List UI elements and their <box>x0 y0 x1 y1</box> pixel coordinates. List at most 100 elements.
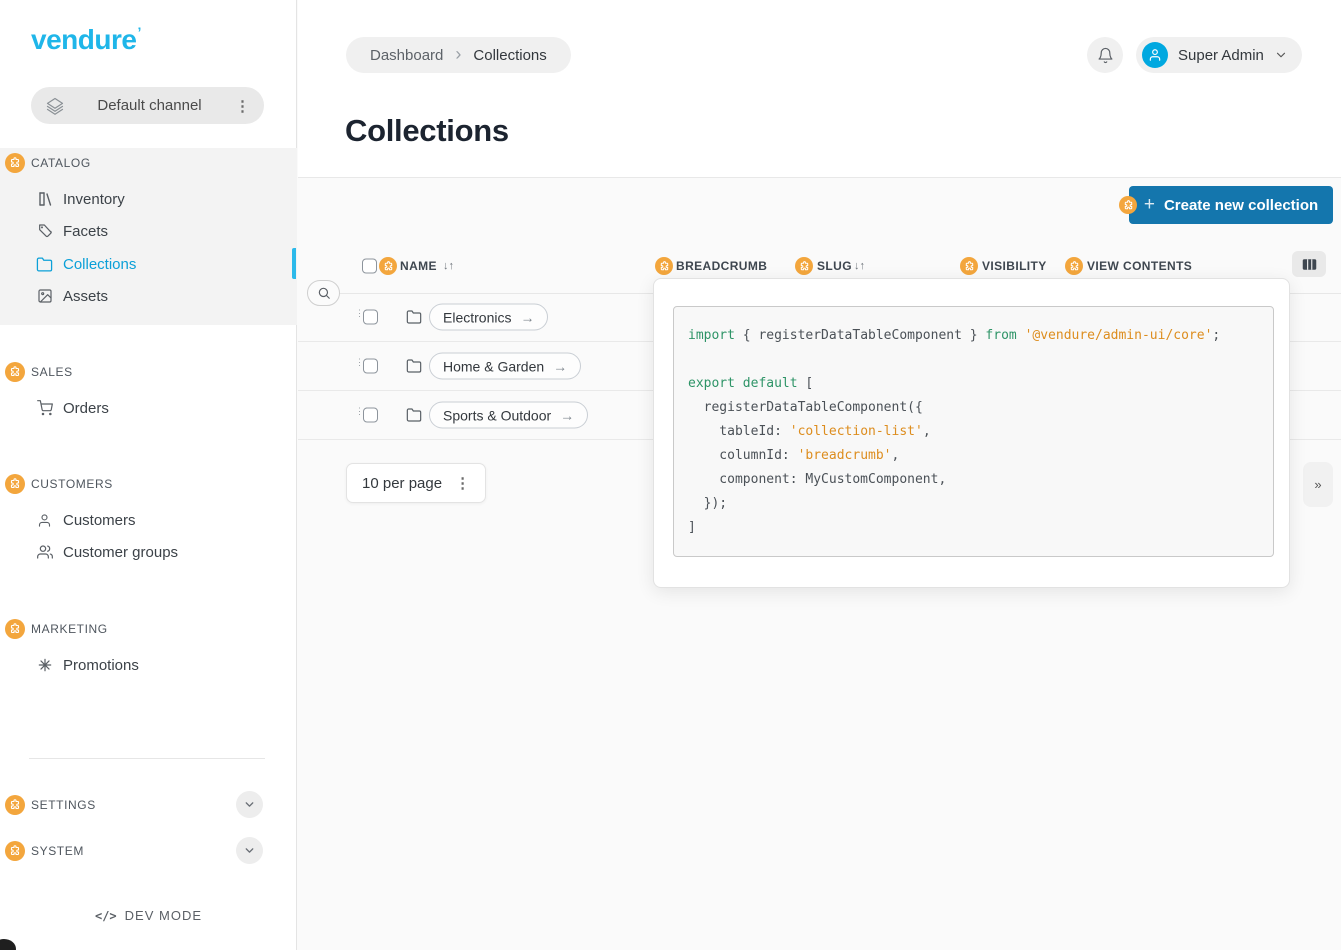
collection-link[interactable]: Electronics → <box>429 304 548 331</box>
extension-badge-icon[interactable] <box>5 795 25 815</box>
nav-group-marketing: MARKETING <box>5 616 108 642</box>
page-header-band <box>298 0 1341 178</box>
collection-link[interactable]: Sports & Outdoor → <box>429 402 588 429</box>
nav-group-label: CUSTOMERS <box>31 477 113 491</box>
table-header-row: NAME ↓↑ BREADCRUMB SLUG ↓↑ VISIBILITY VI… <box>298 252 1341 280</box>
extension-badge-icon[interactable] <box>1065 257 1083 275</box>
code-line: import { registerDataTableComponent } fr… <box>688 324 1259 348</box>
nav-group-label: SYSTEM <box>31 844 84 858</box>
breadcrumb-current[interactable]: Collections <box>473 47 546 64</box>
nav-group-catalog: CATALOG <box>5 150 91 176</box>
extension-badge-icon[interactable] <box>960 257 978 275</box>
drag-handle[interactable]: ⋮⋮ <box>355 359 363 373</box>
sidebar-item-facets[interactable]: Facets <box>36 215 108 247</box>
sidebar-item-label: Customer groups <box>63 544 178 561</box>
notifications-button[interactable] <box>1087 37 1123 73</box>
sidebar-item-customers[interactable]: Customers <box>36 504 136 536</box>
breadcrumb-dashboard-link[interactable]: Dashboard <box>370 47 443 64</box>
extension-badge-icon[interactable] <box>5 474 25 494</box>
asterisk-icon <box>36 658 53 672</box>
sort-icon[interactable]: ↓↑ <box>854 260 865 272</box>
folder-icon <box>36 256 53 273</box>
chevron-right-icon: › <box>455 44 461 65</box>
extension-badge-icon[interactable] <box>5 841 25 861</box>
folder-icon <box>406 407 422 423</box>
sidebar-item-label: Inventory <box>63 191 125 208</box>
code-line: ] <box>688 516 1259 540</box>
sidebar-item-assets[interactable]: Assets <box>36 280 108 312</box>
sort-icon[interactable]: ↓↑ <box>443 260 454 272</box>
search-toggle[interactable] <box>307 280 340 306</box>
sidebar-item-orders[interactable]: Orders <box>36 392 109 424</box>
per-page-label: 10 per page <box>362 475 442 492</box>
extension-badge-icon[interactable] <box>5 153 25 173</box>
page-title: Collections <box>345 113 509 149</box>
user-menu[interactable]: Super Admin <box>1136 37 1302 73</box>
logo-mark: ’ <box>137 24 140 40</box>
sidebar-item-customer-groups[interactable]: Customer groups <box>36 536 178 568</box>
row-checkbox[interactable] <box>363 359 378 374</box>
search-icon <box>317 286 331 300</box>
cart-icon <box>36 400 53 416</box>
collection-name: Electronics <box>443 309 511 325</box>
column-picker-button[interactable] <box>1292 251 1326 277</box>
bell-icon <box>1097 47 1114 64</box>
layers-icon <box>46 97 64 115</box>
nav-group-label: MARKETING <box>31 622 108 636</box>
extension-badge-icon[interactable] <box>5 619 25 639</box>
sidebar-item-inventory[interactable]: Inventory <box>36 183 125 215</box>
kebab-menu-icon[interactable]: ⋮ <box>455 474 470 492</box>
channel-label: Default channel <box>64 97 235 114</box>
system-expand-button[interactable] <box>236 837 263 864</box>
breadcrumb: Dashboard › Collections <box>346 37 571 73</box>
code-icon: </> <box>95 909 117 923</box>
dev-mode-popup: import { registerDataTableComponent } fr… <box>653 278 1290 588</box>
columns-icon <box>1302 258 1317 271</box>
collection-name: Sports & Outdoor <box>443 407 551 423</box>
drag-handle[interactable]: ⋮⋮ <box>355 408 363 422</box>
nav-group-customers: CUSTOMERS <box>5 471 113 497</box>
code-line: component: MyCustomComponent, <box>688 468 1259 492</box>
row-checkbox[interactable] <box>363 310 378 325</box>
channel-switcher[interactable]: Default channel ⋮ <box>31 87 264 124</box>
column-header-breadcrumb[interactable]: BREADCRUMB <box>676 259 767 273</box>
sidebar-divider <box>29 758 265 759</box>
arrow-right-icon: → <box>560 407 574 423</box>
items-per-page-select[interactable]: 10 per page ⋮ <box>346 463 486 503</box>
extension-badge-icon[interactable] <box>1119 196 1137 214</box>
chevron-down-icon <box>1274 48 1288 62</box>
sidebar-item-label: Collections <box>63 256 136 273</box>
create-button-label: Create new collection <box>1164 197 1318 214</box>
column-header-name[interactable]: NAME <box>400 259 437 273</box>
drag-handle[interactable]: ⋮⋮ <box>355 310 363 324</box>
extension-badge-icon[interactable] <box>5 362 25 382</box>
dev-mode-toggle[interactable]: </> DEV MODE <box>0 908 297 923</box>
code-line: tableId: 'collection-list', <box>688 420 1259 444</box>
code-snippet: import { registerDataTableComponent } fr… <box>673 306 1274 557</box>
app-root: vendure’ Default channel ⋮ CATALOG Inven… <box>0 0 1341 950</box>
create-new-collection-button[interactable]: + Create new collection <box>1129 186 1333 224</box>
column-header-visibility[interactable]: VISIBILITY <box>982 259 1047 273</box>
sidebar-item-label: Assets <box>63 288 108 305</box>
extension-badge-icon[interactable] <box>379 257 397 275</box>
row-checkbox[interactable] <box>363 408 378 423</box>
sidebar: vendure’ Default channel ⋮ CATALOG Inven… <box>0 0 297 950</box>
column-header-slug[interactable]: SLUG <box>817 259 852 273</box>
avatar <box>1142 42 1168 68</box>
extension-badge-icon[interactable] <box>795 257 813 275</box>
sidebar-item-promotions[interactable]: Promotions <box>36 649 139 681</box>
nav-group-label: SALES <box>31 365 73 379</box>
select-all-checkbox[interactable] <box>362 259 377 274</box>
chevron-down-icon <box>243 798 256 811</box>
channel-menu-icon[interactable]: ⋮ <box>235 97 250 115</box>
next-page-button[interactable]: » <box>1303 462 1333 507</box>
sidebar-item-collections[interactable]: Collections <box>36 248 136 280</box>
collection-link[interactable]: Home & Garden → <box>429 353 581 380</box>
nav-group-label: CATALOG <box>31 156 91 170</box>
corner-blob <box>0 939 16 950</box>
sidebar-item-label: Facets <box>63 223 108 240</box>
user-icon <box>36 513 53 528</box>
extension-badge-icon[interactable] <box>655 257 673 275</box>
settings-expand-button[interactable] <box>236 791 263 818</box>
vendure-logo: vendure’ <box>31 24 141 56</box>
